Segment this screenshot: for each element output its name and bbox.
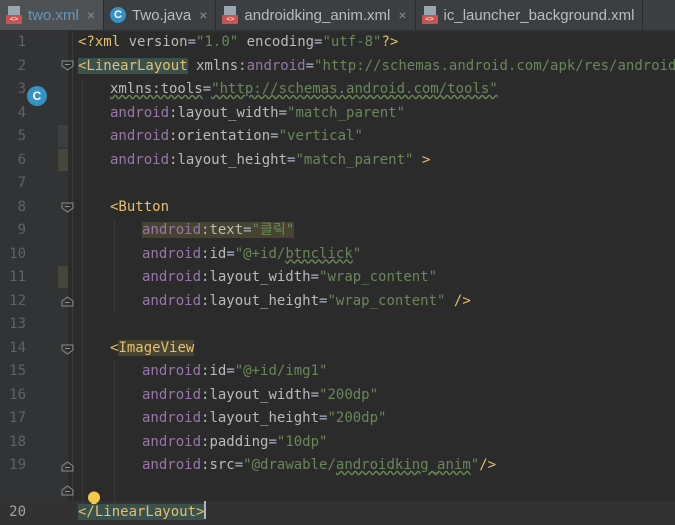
code-line: 15 android:id="@+id/img1" xyxy=(0,360,675,384)
code-text[interactable]: android:layout_height="200dp" xyxy=(142,407,386,431)
code-text[interactable]: android:orientation="vertical" xyxy=(110,125,363,149)
line-number: 6 xyxy=(17,151,26,168)
code-line: 5 android:orientation="vertical" xyxy=(0,125,675,149)
code-text[interactable]: android:layout_height="match_parent" > xyxy=(110,149,430,173)
code-text[interactable]: android:text="클릭" xyxy=(142,219,295,243)
code-line-current: 20 </LinearLayout> xyxy=(0,501,675,525)
line-number: 3 xyxy=(17,81,26,97)
code-line: 19 android:src="@drawable/androidking_an… xyxy=(0,454,675,478)
code-line: 12 android:layout_height="wrap_content" … xyxy=(0,290,675,314)
text-caret xyxy=(204,501,207,519)
code-line: 7 xyxy=(0,172,675,196)
tab-label: androidking_anim.xml xyxy=(244,6,391,24)
code-text[interactable]: android:src="@drawable/androidking_anim"… xyxy=(142,454,496,478)
code-text[interactable]: android:id="@+id/img1" xyxy=(142,360,327,384)
code-text[interactable]: android:layout_height="wrap_content" /> xyxy=(142,290,471,314)
code-line: 3 xmlns:tools="http://schemas.android.co… xyxy=(0,78,675,102)
line-number: 8 xyxy=(17,198,26,215)
line-number: 12 xyxy=(9,292,26,309)
line-number: 19 xyxy=(9,457,26,473)
code-text[interactable]: android:layout_width="wrap_content" xyxy=(142,266,437,290)
tab-label: ic_launcher_background.xml xyxy=(443,6,635,24)
xml-file-icon: <> xyxy=(6,6,22,24)
line-number: 11 xyxy=(9,269,26,285)
fold-end-icon[interactable] xyxy=(61,485,74,496)
java-class-icon: C xyxy=(110,7,127,23)
editor-tab-bar: <> two.xml × C Two.java × <> androidking… xyxy=(0,0,675,31)
code-text[interactable]: android:id="@+id/btnclick" xyxy=(142,243,361,267)
code-text[interactable]: <Button xyxy=(110,196,169,220)
code-line: 11 android:layout_width="wrap_content" xyxy=(0,266,675,290)
tab-androidking-anim-xml[interactable]: <> androidking_anim.xml × xyxy=(216,0,416,30)
line-number: 4 xyxy=(17,104,26,121)
code-text[interactable]: xmlns:tools="http://schemas.android.com/… xyxy=(110,78,498,102)
line-number: 14 xyxy=(9,339,26,356)
code-line: 4 android:layout_width="match_parent" xyxy=(0,102,675,126)
tab-ic-launcher-background-xml[interactable]: <> ic_launcher_background.xml xyxy=(416,0,644,30)
tab-two-java[interactable]: C Two.java × xyxy=(104,0,217,30)
line-number: 16 xyxy=(9,386,26,403)
xml-file-icon: <> xyxy=(421,6,438,24)
line-number: 7 xyxy=(17,175,26,191)
close-icon[interactable]: × xyxy=(199,7,207,23)
line-number: 13 xyxy=(9,316,26,332)
line-number: 2 xyxy=(17,57,26,74)
code-line: 1 <?xml version="1.0" encoding="utf-8"?> xyxy=(0,31,675,55)
code-text[interactable]: <ImageView xyxy=(110,337,195,361)
line-number: 20 xyxy=(9,504,26,520)
code-line: 16 android:layout_width="200dp" xyxy=(0,384,675,408)
code-text[interactable]: <?xml version="1.0" encoding="utf-8"?> xyxy=(78,31,398,55)
code-line: 9 android:text="클릭" xyxy=(0,219,675,243)
code-line: 17 android:layout_height="200dp" xyxy=(0,407,675,431)
code-text[interactable]: android:padding="10dp" xyxy=(142,431,327,455)
code-line: 2 <LinearLayout xmlns:android="http://sc… xyxy=(0,55,675,79)
code-text[interactable]: android:layout_width="match_parent" xyxy=(110,102,405,126)
code-text[interactable]: </LinearLayout> xyxy=(78,501,207,525)
code-text[interactable]: <LinearLayout xmlns:android="http://sche… xyxy=(78,55,675,79)
tab-label: two.xml xyxy=(28,6,79,24)
close-icon[interactable]: × xyxy=(398,7,406,23)
code-line: 6 android:layout_height="match_parent" > xyxy=(0,149,675,173)
line-number: 18 xyxy=(9,433,26,450)
line-number: 10 xyxy=(9,245,26,262)
code-text[interactable]: android:layout_width="200dp" xyxy=(142,384,378,408)
tab-label: Two.java xyxy=(132,6,192,24)
tab-two-xml[interactable]: <> two.xml × xyxy=(0,0,105,30)
line-number: 9 xyxy=(17,222,26,238)
close-icon[interactable]: × xyxy=(87,7,95,23)
code-line: 18 android:padding="10dp" xyxy=(0,431,675,455)
line-number: 17 xyxy=(9,410,26,426)
code-line: 8 <Button xyxy=(0,196,675,220)
line-number: 15 xyxy=(9,363,26,379)
line-number: 1 xyxy=(17,34,26,50)
code-line: 14 <ImageView xyxy=(0,337,675,361)
code-editor[interactable]: C 1 <?xml version="1.0" encoding="utf-8"… xyxy=(0,31,675,525)
xml-file-icon: <> xyxy=(222,6,239,24)
code-line: 13 xyxy=(0,313,675,337)
line-number: 5 xyxy=(17,128,26,144)
code-line: 10 android:id="@+id/btnclick" xyxy=(0,243,675,267)
